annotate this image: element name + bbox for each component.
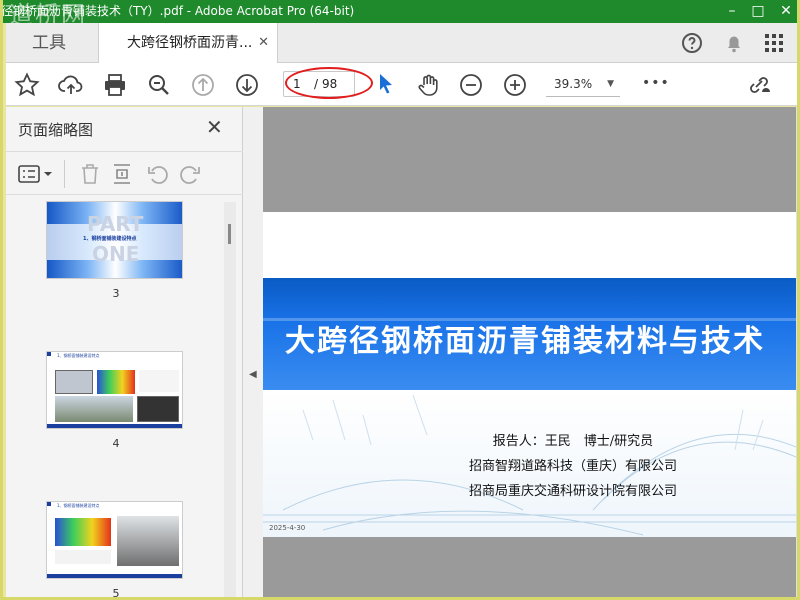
- tab-document-label: 大跨径钢桥面沥青...: [127, 35, 253, 51]
- panel-close-icon[interactable]: ✕: [206, 115, 223, 139]
- thumb-text-block: [139, 370, 179, 392]
- thumb-photo: [55, 396, 133, 422]
- scroll-thumb[interactable]: [228, 224, 231, 244]
- panel-splitter[interactable]: ◀: [243, 107, 263, 597]
- options-menu-icon[interactable]: [18, 162, 54, 186]
- collapse-arrow-icon[interactable]: ◀: [249, 369, 257, 380]
- thumb-footer: [47, 424, 182, 428]
- company-line-1: 招商智翔道路科技（重庆）有限公司: [468, 459, 677, 474]
- panel-title: 页面缩略图: [18, 121, 94, 139]
- thumb-part-number: ONE: [92, 242, 140, 266]
- thumb-footer: [47, 574, 182, 578]
- slide-date: 2025-4-30: [269, 524, 306, 532]
- more-tools-button[interactable]: •••: [642, 75, 670, 91]
- zoom-out-icon[interactable]: [458, 72, 484, 98]
- title-bar: 跨径钢桥面沥青铺装技术（TY）.pdf - Adobe Acrobat Pro …: [3, 0, 797, 23]
- cloud-upload-icon[interactable]: [58, 72, 84, 98]
- divider: [64, 160, 65, 188]
- thumb-photo: [117, 516, 179, 566]
- apps-grid-icon[interactable]: [762, 31, 786, 55]
- company-line-2: 招商局重庆交通科研设计院有限公司: [468, 484, 677, 499]
- tab-tools[interactable]: 工具: [6, 23, 98, 63]
- delete-page-icon[interactable]: [78, 162, 102, 186]
- select-cursor-icon[interactable]: [374, 71, 400, 97]
- thumbnail-page-number: 3: [112, 287, 120, 300]
- zoom-level-dropdown[interactable]: 39.3% ▼: [546, 71, 620, 97]
- hand-tool-icon[interactable]: [416, 72, 442, 98]
- maximize-button[interactable]: □: [745, 0, 771, 22]
- minimize-button[interactable]: –: [719, 0, 745, 22]
- app-window: 跨径钢桥面沥青铺装技术（TY）.pdf - Adobe Acrobat Pro …: [0, 0, 800, 600]
- document-view[interactable]: 大跨径钢桥面沥青铺装材料与技术 报告人：王民 博士/研究员 招商智翔道路科技（重…: [263, 107, 797, 597]
- thumb-caption: 1、钢桥面铺装建设特点: [57, 353, 100, 358]
- thumb-caption: 1、钢桥面铺装建设特点: [83, 236, 137, 242]
- thumbnail-tools: [6, 151, 243, 195]
- insert-page-icon[interactable]: [110, 162, 134, 186]
- close-button[interactable]: ✕: [773, 0, 797, 22]
- thumb-caption: 1、钢桥面铺装建设特点: [57, 503, 100, 508]
- tab-close-icon[interactable]: ✕: [258, 23, 269, 63]
- thumbnail-scrollbar[interactable]: [224, 202, 236, 597]
- thumb-figure: [55, 518, 111, 546]
- page-thumbnail-5[interactable]: 1、钢桥面铺装建设特点: [46, 501, 183, 579]
- chevron-down-icon: ▼: [607, 79, 614, 89]
- previous-page-icon[interactable]: [190, 72, 216, 98]
- toolbar: 1 / 98 39.3% ▼ •••: [6, 63, 797, 106]
- next-page-icon[interactable]: [234, 72, 260, 98]
- tab-document[interactable]: 大跨径钢桥面沥青... ✕: [98, 23, 278, 63]
- thumb-figure: [55, 370, 93, 394]
- share-link-icon[interactable]: [746, 72, 772, 98]
- print-icon[interactable]: [102, 72, 128, 98]
- page-thumbnails-panel: 页面缩略图 ✕ PART ONE 1、钢桥面铺装建设特点 3 1、钢桥面铺装建设…: [6, 107, 243, 600]
- zoom-in-icon[interactable]: [502, 72, 528, 98]
- thumbnail-page-number: 5: [112, 587, 120, 600]
- thumb-text-block: [55, 550, 111, 564]
- document-scrollbar[interactable]: [796, 107, 797, 597]
- help-icon[interactable]: [680, 31, 704, 55]
- thumb-figure: [97, 370, 135, 394]
- star-icon[interactable]: [14, 72, 40, 98]
- thumb-photo: [137, 396, 179, 422]
- thumb-marker: [47, 502, 51, 506]
- slide-title: 大跨径钢桥面沥青铺装材料与技术: [285, 324, 765, 359]
- page-thumbnail-3[interactable]: PART ONE 1、钢桥面铺装建设特点: [46, 201, 183, 279]
- zoom-level-value: 39.3%: [554, 77, 593, 91]
- rotate-ccw-icon[interactable]: [146, 162, 170, 186]
- zoom-search-icon[interactable]: [146, 72, 172, 98]
- bell-icon[interactable]: [722, 31, 746, 55]
- thumb-part-text: PART: [87, 212, 144, 236]
- tab-row: 工具 大跨径钢桥面沥青... ✕: [6, 23, 797, 63]
- window-title: 跨径钢桥面沥青铺装技术（TY）.pdf - Adobe Acrobat Pro …: [3, 4, 355, 18]
- highlight-annotation-oval: [285, 67, 373, 99]
- rotate-cw-icon[interactable]: [178, 162, 202, 186]
- thumbnail-page-number: 4: [112, 437, 120, 450]
- pdf-page: 大跨径钢桥面沥青铺装材料与技术 报告人：王民 博士/研究员 招商智翔道路科技（重…: [263, 212, 797, 537]
- reporter-line: 报告人：王民 博士/研究员: [492, 434, 654, 449]
- page-thumbnail-4[interactable]: 1、钢桥面铺装建设特点: [46, 351, 183, 429]
- band-top-edge: [263, 272, 797, 278]
- thumbnail-list: PART ONE 1、钢桥面铺装建设特点 3 1、钢桥面铺装建设特点 4 1、钢: [6, 197, 243, 600]
- thumb-marker: [47, 352, 51, 356]
